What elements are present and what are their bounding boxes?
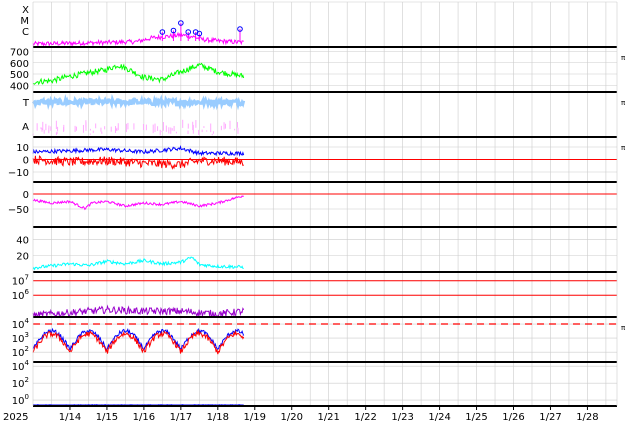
series-line-red <box>32 155 244 170</box>
y-tick-label: 600 <box>10 59 29 70</box>
y-tick-label: 500 <box>10 70 29 81</box>
x-tick-label: 1/25 <box>465 412 487 423</box>
x-tick-label: 1/20 <box>280 412 302 423</box>
x-tick-label: 1/17 <box>170 412 192 423</box>
series-line-magenta <box>32 31 244 48</box>
axis-label-T: T <box>22 98 30 109</box>
y-tick-label: 100 <box>12 393 29 407</box>
frame-layer <box>32 1 618 410</box>
axis-label-X: X <box>22 5 29 16</box>
y-tick-label: 0 <box>23 190 29 201</box>
y-tick-label: 104 <box>12 359 30 373</box>
axis-label-A: A <box>22 122 29 133</box>
y-tick-label: 103 <box>12 331 29 345</box>
year-label: 2025 <box>3 412 28 423</box>
y-tick-label: −10 <box>8 168 29 179</box>
x-tick-label: 1/19 <box>244 412 266 423</box>
x-tick-label: 1/27 <box>539 412 561 423</box>
y-tick-label: 40 <box>16 235 29 246</box>
series-line-lightblue <box>31 93 246 111</box>
y-tick-label: −50 <box>8 205 29 216</box>
series-line-blue <box>32 327 245 352</box>
label-layer: XMC700600500400πTAπ100−10π0−504020107106… <box>3 5 626 423</box>
x-tick-label: 1/15 <box>96 412 118 423</box>
y-tick-label: 107 <box>12 274 29 288</box>
y-tick-label: 104 <box>12 317 30 331</box>
y-tick-label: 700 <box>10 48 29 59</box>
right-marker: π <box>621 99 626 107</box>
series-line-purple <box>32 304 245 318</box>
right-marker: π <box>621 324 626 332</box>
data-layer <box>31 20 617 406</box>
axis-label-C: C <box>22 27 29 38</box>
x-tick-label: 1/24 <box>428 412 450 423</box>
y-tick-label: 20 <box>16 252 29 263</box>
space-weather-stack-chart: XMC700600500400πTAπ100−10π0−504020107106… <box>3 1 626 423</box>
right-marker: π <box>621 54 626 62</box>
y-tick-label: 10 <box>16 143 29 154</box>
x-tick-label: 1/21 <box>317 412 339 423</box>
right-marker: π <box>621 144 626 152</box>
axis-label-M: M <box>20 16 29 27</box>
y-tick-label: 102 <box>12 345 29 359</box>
y-tick-label: 0 <box>23 156 29 167</box>
x-tick-label: 1/16 <box>133 412 155 423</box>
x-tick-label: 1/23 <box>391 412 413 423</box>
x-tick-label: 1/18 <box>207 412 229 423</box>
series-line-blue <box>32 144 245 157</box>
x-tick-label: 1/14 <box>59 412 81 423</box>
y-tick-label: 102 <box>12 376 29 390</box>
series-line-cyan <box>32 256 244 271</box>
y-tick-label: 106 <box>12 288 30 302</box>
y-tick-label: 400 <box>10 81 29 92</box>
x-tick-label: 1/22 <box>354 412 376 423</box>
series-line-magenta <box>32 195 244 211</box>
x-tick-label: 1/28 <box>576 412 598 423</box>
x-tick-label: 1/26 <box>502 412 524 423</box>
series-line-red <box>32 329 245 355</box>
